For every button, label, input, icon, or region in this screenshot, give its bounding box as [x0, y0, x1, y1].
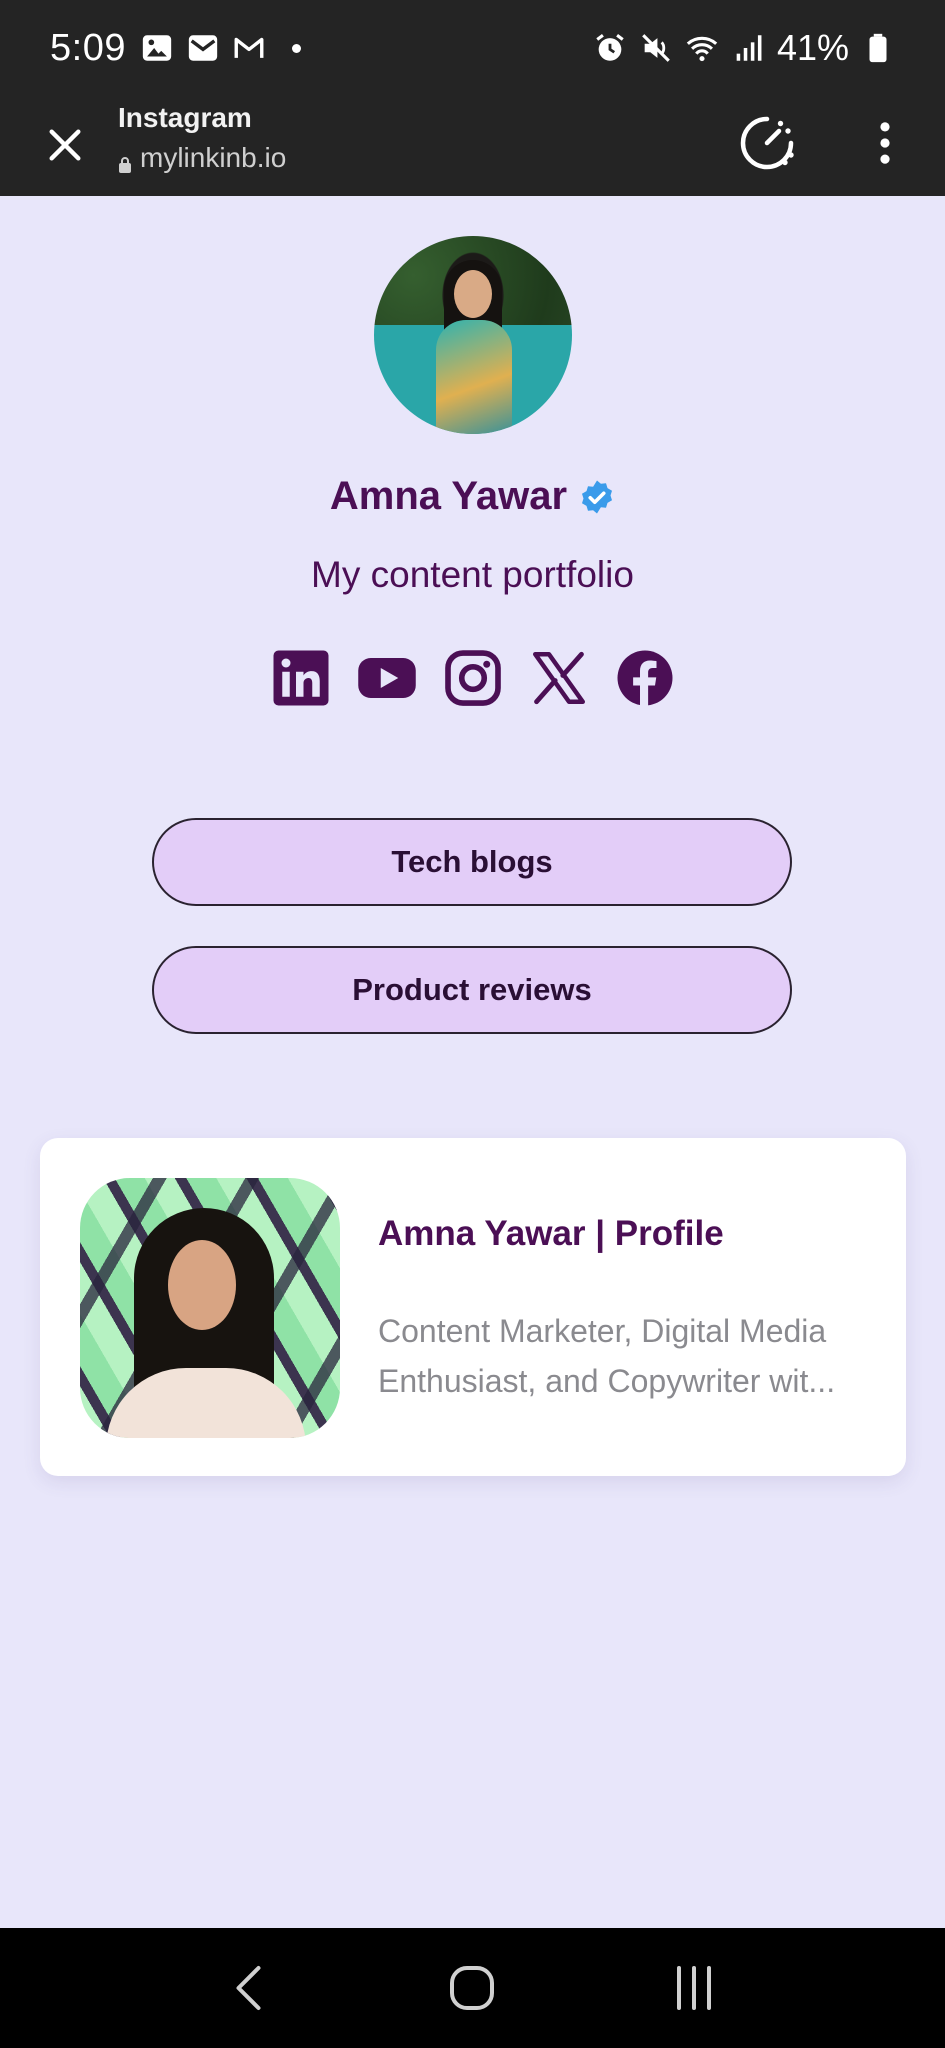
lock-icon: [118, 149, 132, 173]
profile-card[interactable]: Amna Yawar | Profile Content Marketer, D…: [40, 1138, 906, 1476]
gallery-icon: [140, 31, 174, 65]
screen: 5:09 41% Instagram mylinkinb.io Amna Yaw…: [0, 0, 945, 2048]
profile-name: Amna Yawar: [329, 474, 568, 518]
battery-icon: [861, 31, 895, 65]
notification-dot: [291, 43, 301, 53]
card-thumbnail: [80, 1178, 340, 1438]
avatar-face: [454, 270, 492, 318]
x-icon[interactable]: [529, 648, 589, 708]
link-button-product-reviews[interactable]: Product reviews: [152, 946, 792, 1034]
speedometer-icon: [740, 116, 794, 170]
youtube-icon[interactable]: [357, 648, 417, 708]
battery-percent: 41%: [776, 27, 849, 68]
wifi-icon: [685, 31, 719, 65]
alarm-icon: [593, 31, 627, 65]
email-icon: [186, 31, 220, 65]
close-icon: [49, 129, 81, 161]
instagram-icon[interactable]: [443, 648, 503, 708]
linkedin-icon[interactable]: [271, 648, 331, 708]
url-display[interactable]: mylinkinb.io: [118, 142, 286, 174]
home-button[interactable]: [432, 1948, 512, 2028]
page-title: Instagram: [118, 102, 252, 133]
avatar-dress: [436, 320, 512, 434]
status-bar: 5:09 41%: [0, 0, 945, 96]
more-vertical-icon: [880, 122, 890, 164]
close-button[interactable]: [34, 114, 96, 176]
system-nav-bar: [0, 1928, 945, 2048]
back-icon: [236, 1966, 261, 2010]
speed-button[interactable]: [736, 112, 798, 174]
status-time: 5:09: [50, 26, 126, 69]
url-text: mylinkinb.io: [140, 142, 287, 173]
status-notification-icons: [140, 31, 301, 65]
signal-icon: [731, 31, 765, 65]
facebook-icon[interactable]: [615, 648, 675, 708]
recent-apps-icon: [677, 1966, 712, 2010]
social-links: [0, 648, 945, 708]
profile-name-row: Amna Yawar: [0, 474, 945, 519]
recent-apps-button[interactable]: [654, 1948, 734, 2028]
card-title: Amna Yawar | Profile: [378, 1214, 724, 1253]
status-system-icons: 41%: [593, 27, 895, 69]
gmail-icon: [232, 31, 266, 65]
profile-avatar: [374, 236, 572, 434]
card-description-line: Enthusiast, and Copywriter wit...: [378, 1363, 836, 1399]
home-icon: [450, 1966, 495, 2010]
verified-badge-icon: [582, 480, 613, 513]
link-button-tech-blogs[interactable]: Tech blogs: [152, 818, 792, 906]
card-description: Content Marketer, Digital Media Enthusia…: [378, 1306, 868, 1406]
back-button[interactable]: [211, 1948, 291, 2028]
profile-tagline: My content portfolio: [311, 554, 634, 595]
more-options-button[interactable]: [862, 112, 908, 174]
mute-icon: [639, 31, 673, 65]
card-description-line: Content Marketer, Digital Media: [378, 1313, 827, 1349]
browser-header: Instagram mylinkinb.io: [0, 96, 945, 196]
thumbnail-face: [168, 1240, 236, 1330]
